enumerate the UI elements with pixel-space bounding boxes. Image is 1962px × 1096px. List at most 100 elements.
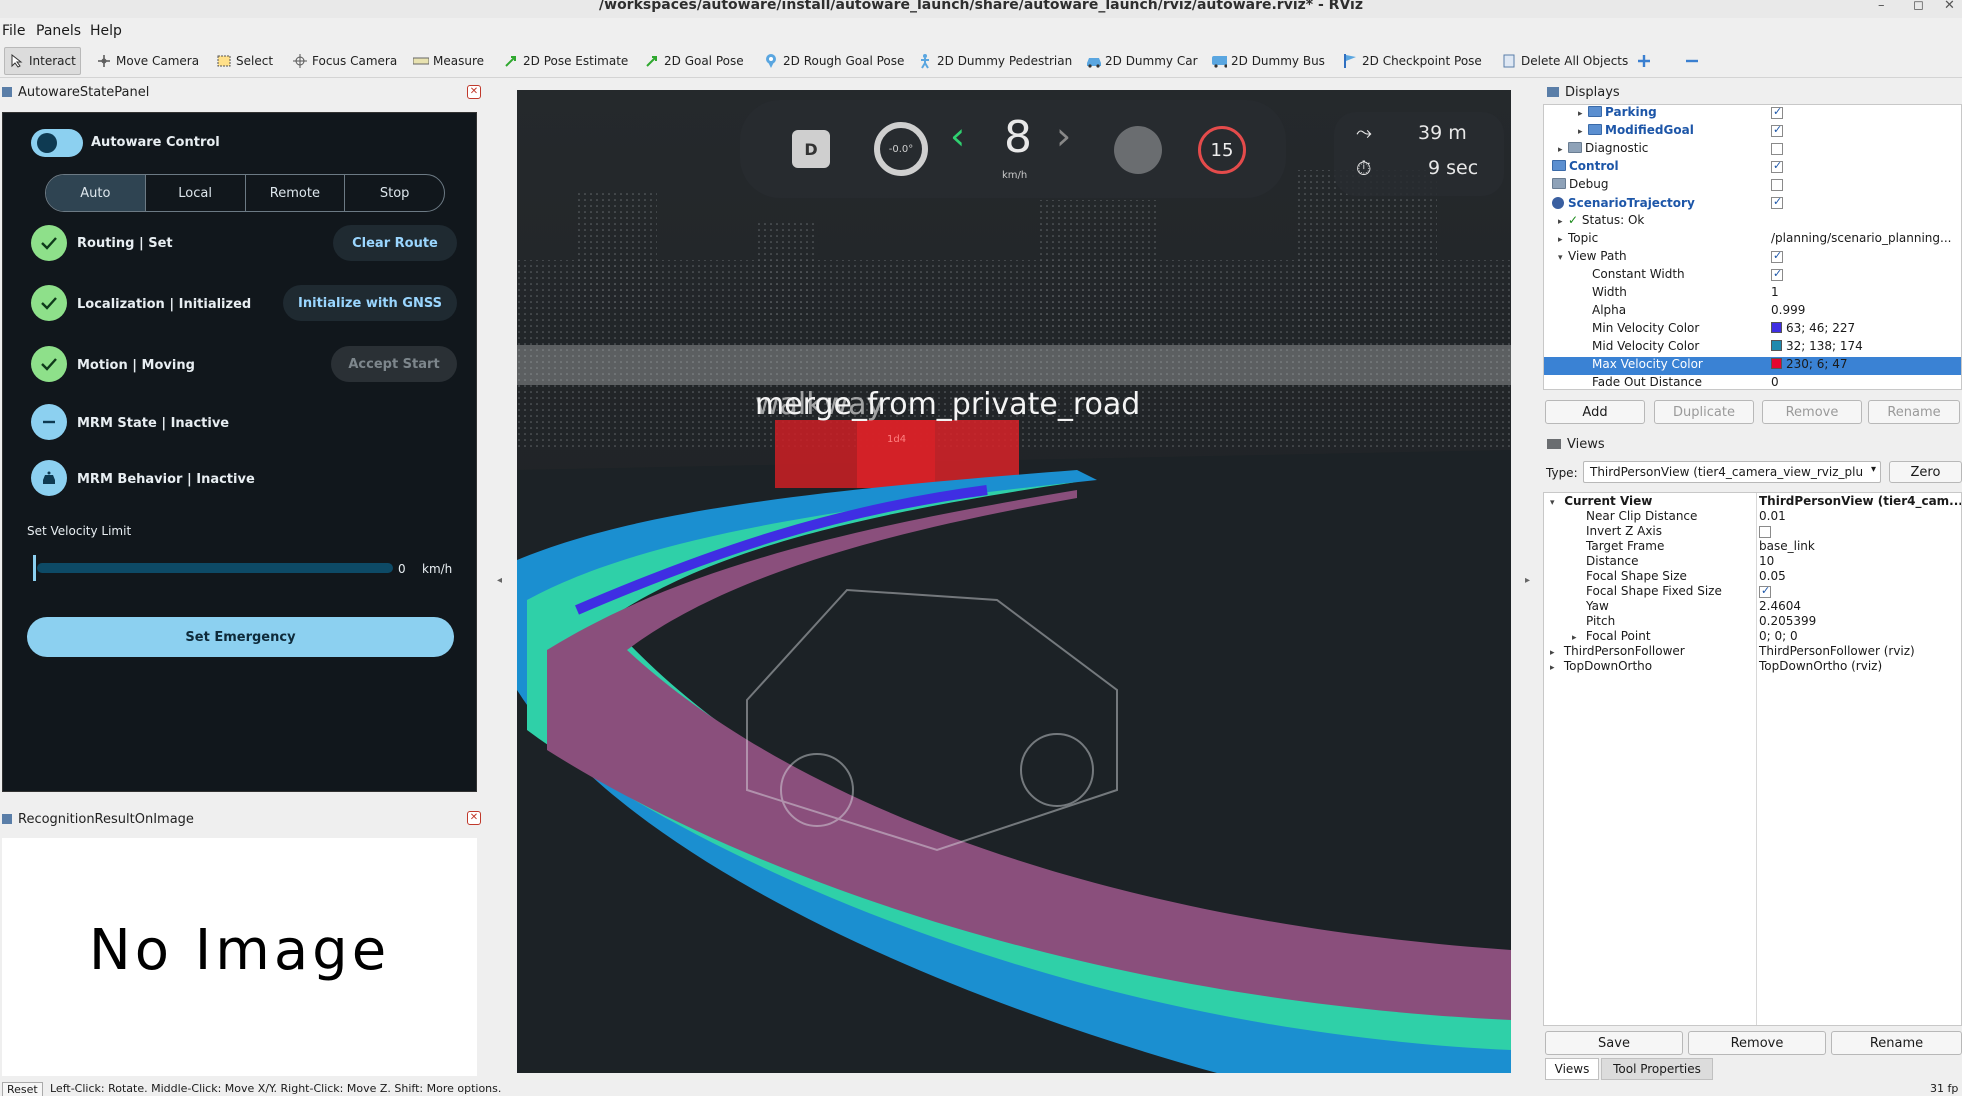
remaining-time: 9 sec (1428, 157, 1479, 179)
menu-panels[interactable]: Panels (36, 23, 81, 39)
display-row-width[interactable]: Width 1 (1544, 285, 1961, 303)
display-row-topic[interactable]: ▸ Topic /planning/scenario_planning... (1544, 231, 1961, 249)
remove-display-button[interactable]: Remove (1762, 400, 1862, 424)
rename-display-button[interactable]: Rename (1868, 400, 1960, 424)
mode-remote-button[interactable]: Remote (246, 175, 346, 211)
clear-route-button[interactable]: Clear Route (333, 225, 457, 261)
view-row-near-clip[interactable]: Near Clip Distance 0.01 (1544, 509, 1961, 524)
tool-2d-rough-goal-pose[interactable]: 2D Rough Goal Pose (759, 47, 908, 75)
rename-view-button[interactable]: Rename (1831, 1031, 1962, 1055)
tool-move-camera[interactable]: Move Camera (92, 47, 203, 75)
tab-views[interactable]: Views (1545, 1058, 1599, 1080)
view-row-target-frame[interactable]: Target Frame base_link (1544, 539, 1961, 554)
view-row-yaw[interactable]: Yaw 2.4604 (1544, 599, 1961, 614)
display-row-parking[interactable]: ▸ Parking (1544, 105, 1961, 123)
display-checkbox[interactable] (1771, 159, 1783, 173)
display-checkbox[interactable] (1771, 123, 1783, 137)
view-row-focal-shape-fixed[interactable]: Focal Shape Fixed Size (1544, 584, 1961, 599)
view-type-label: Type: (1546, 466, 1578, 480)
add-tool-button[interactable] (1632, 47, 1656, 75)
display-row-modifiedgoal[interactable]: ▸ ModifiedGoal (1544, 123, 1961, 141)
autoware-panel-header: AutowareStatePanel (0, 82, 484, 102)
tool-focus-camera[interactable]: Focus Camera (288, 47, 401, 75)
tool-measure[interactable]: Measure (409, 47, 488, 75)
menu-file[interactable]: File (2, 23, 25, 39)
display-checkbox[interactable] (1771, 195, 1783, 209)
tab-tool-properties[interactable]: Tool Properties (1601, 1058, 1713, 1080)
tool-2d-dummy-car[interactable]: 2D Dummy Car (1081, 47, 1202, 75)
close-panel-icon[interactable]: ✕ (467, 85, 481, 99)
tool-delete-all-objects[interactable]: Delete All Objects (1497, 47, 1632, 75)
view-row-current[interactable]: ▾ Current View ThirdPersonView (tier4_ca… (1544, 494, 1961, 509)
view-row-distance[interactable]: Distance 10 (1544, 554, 1961, 569)
display-checkbox[interactable] (1771, 143, 1783, 155)
menu-bar: File Panels Help (0, 20, 1962, 42)
set-emergency-button[interactable]: Set Emergency (27, 617, 454, 657)
mode-stop-button[interactable]: Stop (345, 175, 444, 211)
display-row-debug[interactable]: Debug (1544, 177, 1961, 195)
duplicate-display-button[interactable]: Duplicate (1654, 400, 1754, 424)
view-row-focal-shape-size[interactable]: Focal Shape Size 0.05 (1544, 569, 1961, 584)
collapse-left-icon[interactable]: ◂ (497, 575, 502, 586)
close-panel-icon[interactable]: ✕ (467, 811, 481, 825)
tool-select[interactable]: Select (212, 47, 277, 75)
tool-2d-dummy-bus[interactable]: 2D Dummy Bus (1207, 47, 1329, 75)
display-row-diagnostic[interactable]: ▸ Diagnostic (1544, 141, 1961, 159)
view-row-invert-z[interactable]: Invert Z Axis (1544, 524, 1961, 539)
menu-help[interactable]: Help (90, 23, 122, 39)
color-swatch[interactable] (1771, 358, 1782, 369)
display-checkbox[interactable] (1771, 105, 1783, 119)
velocity-slider-handle[interactable] (33, 555, 36, 581)
remove-tool-button[interactable] (1680, 47, 1704, 75)
render-viewport[interactable]: merge_from_private_road walkway 1d4 (517, 90, 1511, 1073)
autoware-state-panel: Autoware Control Auto Local Remote Stop … (2, 112, 477, 792)
vehicle-hud: D -0.0° ‹ 8 km/h › 15 (740, 100, 1286, 198)
invert-z-checkbox[interactable] (1759, 526, 1771, 538)
save-view-button[interactable]: Save (1545, 1031, 1683, 1055)
tool-label: Delete All Objects (1521, 54, 1629, 68)
color-swatch[interactable] (1771, 322, 1782, 333)
display-checkbox[interactable] (1771, 267, 1783, 281)
mode-auto-button[interactable]: Auto (46, 175, 146, 211)
display-checkbox[interactable] (1771, 179, 1783, 191)
autoware-control-toggle[interactable] (31, 129, 83, 157)
display-row-control[interactable]: Control (1544, 159, 1961, 177)
accept-start-button[interactable]: Accept Start (331, 346, 457, 382)
zero-view-button[interactable]: Zero (1889, 461, 1962, 483)
tool-2d-dummy-pedestrian[interactable]: 2D Dummy Pedestrian (913, 47, 1076, 75)
display-row-mid-velocity-color[interactable]: Mid Velocity Color 32; 138; 174 (1544, 339, 1961, 357)
display-row-fade-out-distance[interactable]: Fade Out Distance 0 (1544, 375, 1961, 389)
display-row-max-velocity-color[interactable]: Max Velocity Color 230; 6; 47 (1544, 357, 1961, 375)
display-checkbox[interactable] (1771, 249, 1783, 263)
display-row-constant-width[interactable]: Constant Width (1544, 267, 1961, 285)
tool-interact[interactable]: Interact (4, 47, 81, 75)
add-display-button[interactable]: Add (1545, 400, 1645, 424)
color-swatch[interactable] (1771, 340, 1782, 351)
maximize-icon[interactable]: ◻ (1913, 0, 1924, 13)
view-row-thirdpersonfollower[interactable]: ▸ ThirdPersonFollower ThirdPersonFollowe… (1544, 644, 1961, 659)
view-row-focal-point[interactable]: ▸ Focal Point 0; 0; 0 (1544, 629, 1961, 644)
reset-button[interactable]: Reset (2, 1082, 43, 1096)
velocity-slider-track[interactable] (37, 563, 393, 573)
remove-view-button[interactable]: Remove (1688, 1031, 1826, 1055)
view-row-topdownortho[interactable]: ▸ TopDownOrtho TopDownOrtho (rviz) (1544, 659, 1961, 674)
tool-2d-pose-estimate[interactable]: 2D Pose Estimate (499, 47, 632, 75)
close-window-icon[interactable]: ✕ (1944, 0, 1955, 13)
tool-2d-checkpoint-pose[interactable]: 2D Checkpoint Pose (1338, 47, 1486, 75)
tool-2d-goal-pose[interactable]: 2D Goal Pose (640, 47, 748, 75)
mode-local-button[interactable]: Local (146, 175, 246, 211)
focal-fixed-checkbox[interactable] (1759, 584, 1771, 598)
initialize-gnss-button[interactable]: Initialize with GNSS (283, 285, 457, 321)
view-type-value: ThirdPersonView (tier4_camera_view_rviz_… (1590, 465, 1864, 479)
view-row-pitch[interactable]: Pitch 0.205399 (1544, 614, 1961, 629)
display-row-status[interactable]: ▸ ✓ Status: Ok (1544, 213, 1961, 231)
displays-header: Displays (1545, 82, 1962, 102)
display-row-alpha[interactable]: Alpha 0.999 (1544, 303, 1961, 321)
display-row-view-path[interactable]: ▾ View Path (1544, 249, 1961, 267)
collapse-right-icon[interactable]: ▸ (1525, 575, 1530, 586)
minimize-icon[interactable]: – (1878, 0, 1885, 13)
view-type-select[interactable]: ThirdPersonView (tier4_camera_view_rviz_… (1583, 461, 1881, 483)
minus-icon (1684, 53, 1700, 69)
display-row-scenariotrajectory[interactable]: ScenarioTrajectory (1544, 195, 1961, 213)
display-row-min-velocity-color[interactable]: Min Velocity Color 63; 46; 227 (1544, 321, 1961, 339)
